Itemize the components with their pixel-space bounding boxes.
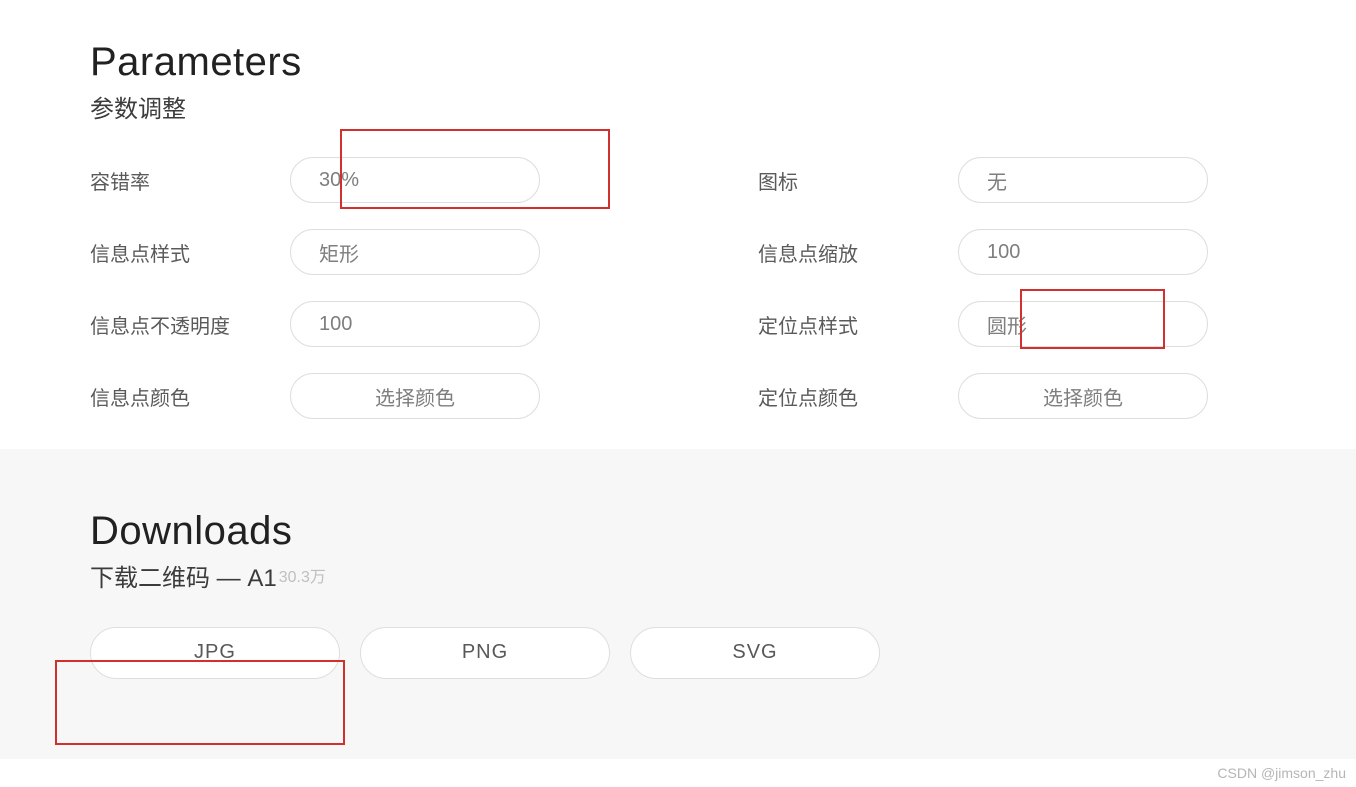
point-scale-input[interactable]: 100 — [958, 229, 1208, 275]
select-value: 圆形 — [987, 310, 1027, 339]
button-label: 选择颜色 — [375, 382, 455, 411]
downloads-section: Downloads 下载二维码 — A130.3万 JPG PNG SVG — [0, 449, 1356, 758]
downloads-title: Downloads — [90, 509, 1266, 554]
button-label: SVG — [732, 641, 777, 664]
parameters-grid: 容错率 30% 图标 无 信息点样式 矩形 信息点缩放 100 信息点不透明度 — [90, 157, 1266, 419]
select-value: 无 — [987, 166, 1007, 195]
downloads-subtitle-text: 下载二维码 — A1 — [90, 565, 277, 592]
button-label: JPG — [194, 641, 236, 664]
param-row-point-color: 信息点颜色 选择颜色 — [90, 373, 598, 419]
button-label: PNG — [462, 641, 508, 664]
param-label: 信息点不透明度 — [90, 310, 270, 339]
param-label: 信息点缩放 — [758, 238, 938, 267]
point-opacity-input[interactable]: 100 — [290, 301, 540, 347]
param-row-anchor-color: 定位点颜色 选择颜色 — [758, 373, 1266, 419]
param-row-point-scale: 信息点缩放 100 — [758, 229, 1266, 275]
select-value: 30% — [319, 169, 359, 192]
parameters-title: Parameters — [90, 40, 1266, 85]
download-jpg-button[interactable]: JPG — [90, 627, 340, 679]
point-style-select[interactable]: 矩形 — [290, 229, 540, 275]
input-value: 100 — [987, 241, 1020, 264]
param-row-icon: 图标 无 — [758, 157, 1266, 203]
anchor-color-button[interactable]: 选择颜色 — [958, 373, 1208, 419]
error-correction-select[interactable]: 30% — [290, 157, 540, 203]
button-label: 选择颜色 — [1043, 382, 1123, 411]
param-label: 信息点样式 — [90, 238, 270, 267]
param-row-anchor-style: 定位点样式 圆形 — [758, 301, 1266, 347]
watermark-text: CSDN @jimson_zhu — [1217, 765, 1346, 781]
param-row-point-style: 信息点样式 矩形 — [90, 229, 598, 275]
download-png-button[interactable]: PNG — [360, 627, 610, 679]
param-label: 容错率 — [90, 166, 270, 195]
input-value: 100 — [319, 313, 352, 336]
download-buttons: JPG PNG SVG — [90, 627, 1266, 679]
param-label: 定位点样式 — [758, 310, 938, 339]
downloads-subtitle: 下载二维码 — A130.3万 — [90, 560, 1266, 598]
param-row-error-correction: 容错率 30% — [90, 157, 598, 203]
param-label: 信息点颜色 — [90, 382, 270, 411]
downloads-count-badge: 30.3万 — [279, 569, 326, 586]
param-row-point-opacity: 信息点不透明度 100 — [90, 301, 598, 347]
icon-select[interactable]: 无 — [958, 157, 1208, 203]
point-color-button[interactable]: 选择颜色 — [290, 373, 540, 419]
param-label: 图标 — [758, 166, 938, 195]
param-label: 定位点颜色 — [758, 382, 938, 411]
select-value: 矩形 — [319, 238, 359, 267]
parameters-subtitle: 参数调整 — [90, 91, 1266, 129]
anchor-style-select[interactable]: 圆形 — [958, 301, 1208, 347]
parameters-section: Parameters 参数调整 容错率 30% 图标 无 信息点样式 矩形 信息… — [0, 0, 1356, 449]
download-svg-button[interactable]: SVG — [630, 627, 880, 679]
